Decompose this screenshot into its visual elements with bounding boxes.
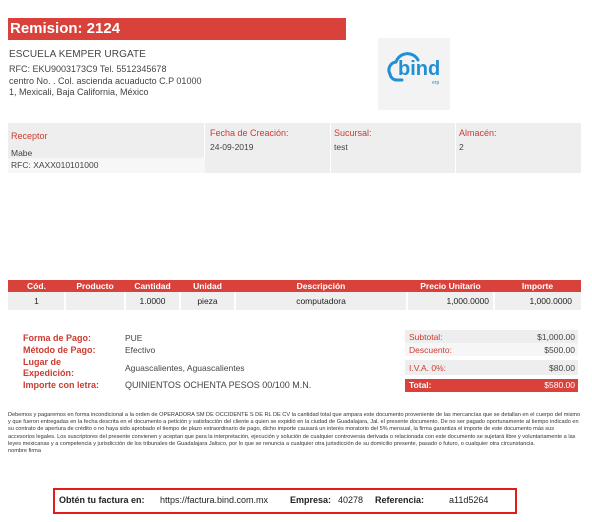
sucursal-value: test bbox=[334, 142, 348, 152]
table-cell: 1,000.0000 bbox=[446, 296, 489, 306]
table-cell: pieza bbox=[197, 296, 218, 306]
iva-value: $80.00 bbox=[549, 363, 575, 373]
divider bbox=[455, 123, 456, 173]
receptor-label: Receptor bbox=[11, 131, 48, 141]
total-value: $580.00 bbox=[544, 380, 575, 390]
table-header-cell: Precio Unitario bbox=[420, 281, 481, 291]
subtotal-label: Subtotal: bbox=[409, 332, 443, 342]
company-name: ESCUELA KEMPER URGATE bbox=[9, 49, 146, 60]
lugar-label-2: Expedición: bbox=[23, 368, 75, 378]
metodo-pago-label: Método de Pago: bbox=[23, 345, 96, 355]
table-cell bbox=[65, 292, 125, 310]
total-label: Total: bbox=[409, 380, 432, 390]
referencia-label: Referencia: bbox=[375, 495, 425, 505]
table-cell: 1 bbox=[34, 296, 39, 306]
signature-line: nombre firma bbox=[8, 448, 41, 455]
forma-pago-label: Forma de Pago: bbox=[23, 333, 92, 343]
table-cell: computadora bbox=[296, 296, 346, 306]
receptor-rfc: RFC: XAXX010101000 bbox=[11, 160, 99, 170]
empresa-value: 40278 bbox=[338, 495, 364, 505]
almacen-label: Almacén: bbox=[459, 128, 497, 138]
legal-text: Debemos y pagaremos en forma incondicion… bbox=[8, 412, 581, 455]
metodo-pago-value: Efectivo bbox=[125, 345, 156, 355]
table-cell: 1.0000 bbox=[139, 296, 166, 306]
fecha-value: 24-09-2019 bbox=[210, 142, 254, 152]
document-title: Remision: 2124 bbox=[8, 18, 346, 40]
logo-subtext: erp bbox=[432, 80, 440, 86]
almacen-value: 2 bbox=[459, 142, 464, 152]
empresa-label: Empresa: bbox=[290, 495, 332, 505]
table-header-cell: Importe bbox=[521, 281, 554, 291]
forma-pago-value: PUE bbox=[125, 333, 143, 343]
invoice-url-link[interactable]: https://factura.bind.com.mx bbox=[160, 495, 268, 505]
table-cell: 1,000.0000 bbox=[529, 296, 572, 306]
company-address: centro No. . Col. ascienda acuaducto C.P… bbox=[9, 76, 202, 86]
table-header-cell: Cód. bbox=[27, 281, 46, 291]
company-city: 1, Mexicali, Baja California, México bbox=[9, 87, 149, 97]
table-header-cell: Descripción bbox=[296, 281, 346, 291]
lugar-label-1: Lugar de bbox=[23, 357, 62, 367]
divider bbox=[330, 123, 331, 173]
importe-letra-value: QUINIENTOS OCHENTA PESOS 00/100 M.N. bbox=[125, 380, 312, 390]
descuento-label: Descuento: bbox=[409, 345, 452, 355]
company-rfc: RFC: EKU9003173C9 Tel. 5512345678 bbox=[9, 64, 167, 74]
referencia-value: a11d5264 bbox=[449, 495, 489, 505]
iva-label: I.V.A. 0%: bbox=[409, 363, 447, 373]
legal-paragraph: Debemos y pagaremos en forma incondicion… bbox=[8, 412, 581, 447]
fecha-label: Fecha de Creación: bbox=[210, 128, 289, 138]
importe-letra-label: Importe con letra: bbox=[23, 380, 100, 390]
logo-text: bind bbox=[398, 58, 441, 80]
receptor-name: Mabe bbox=[11, 148, 33, 158]
table-header-cell: Producto bbox=[76, 281, 114, 291]
sucursal-label: Sucursal: bbox=[334, 128, 372, 138]
lugar-value: Aguascalientes, Aguascalientes bbox=[125, 363, 245, 373]
descuento-value: $500.00 bbox=[544, 345, 575, 355]
subtotal-value: $1,000.00 bbox=[537, 332, 575, 342]
company-logo: bind erp bbox=[378, 38, 450, 110]
table-header-cell: Unidad bbox=[193, 281, 222, 291]
table-header-cell: Cantidad bbox=[134, 281, 171, 291]
obten-label: Obtén tu factura en: bbox=[59, 495, 145, 505]
